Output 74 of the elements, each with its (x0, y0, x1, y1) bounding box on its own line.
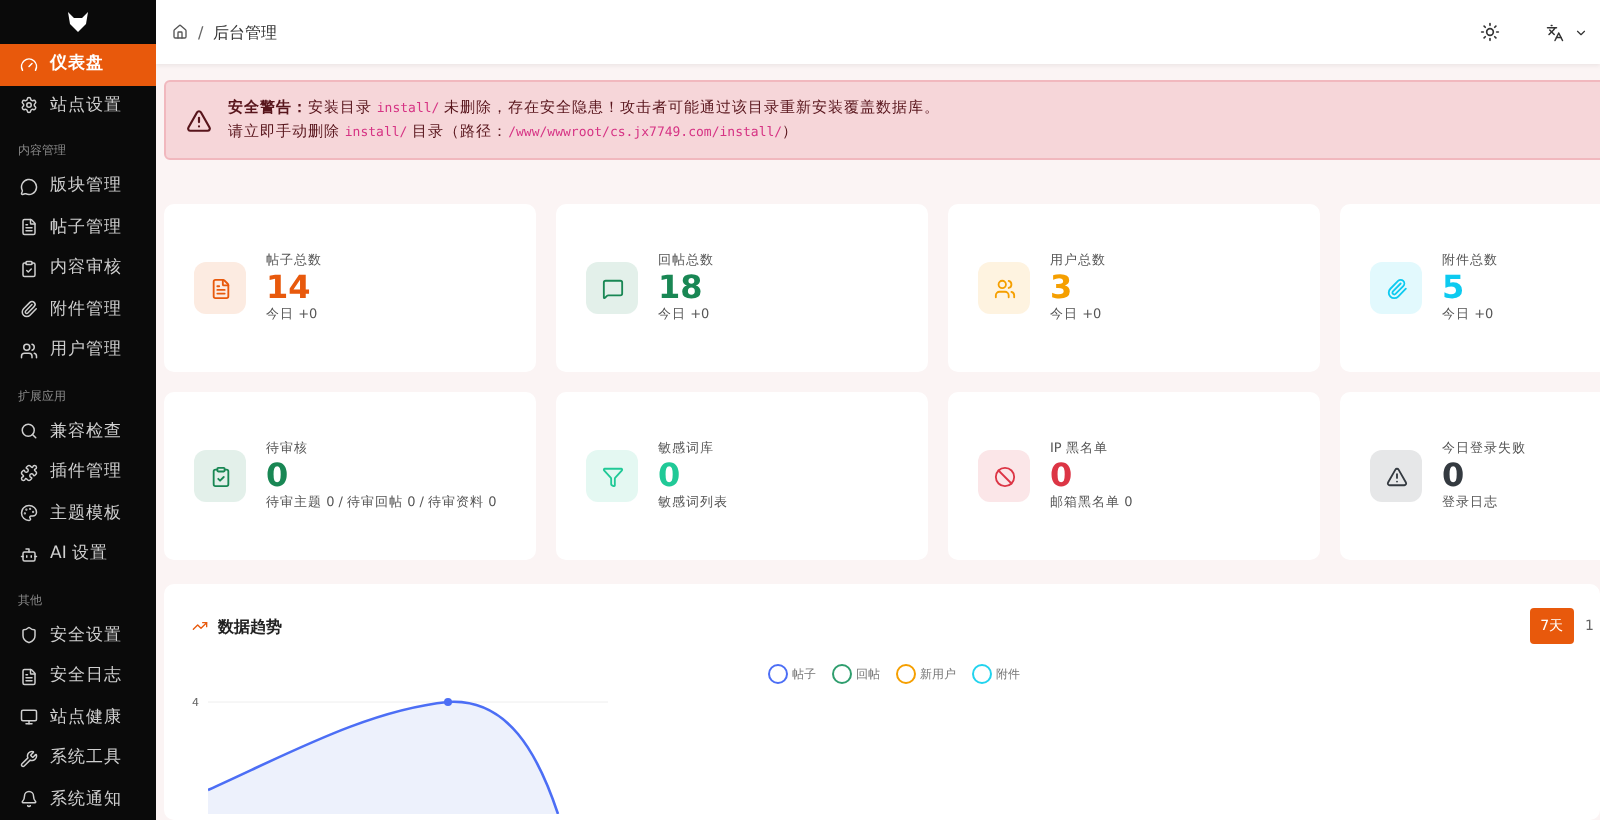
users-icon (20, 341, 38, 360)
sidebar-item[interactable]: 安全设置 (0, 615, 156, 656)
sidebar-item-label: 主题模板 (50, 501, 122, 526)
sidebar-item[interactable]: 站点设置 (0, 85, 156, 126)
sidebar-item-label: 系统工具 (50, 746, 122, 771)
sidebar-item[interactable]: 主题模板 (0, 493, 156, 534)
caret-icon[interactable] (1574, 25, 1588, 39)
clipboard-icon (20, 259, 38, 278)
document-icon (20, 218, 38, 237)
sidebar-item-label: 站点设置 (50, 93, 122, 118)
users-icon (993, 277, 1015, 299)
wrench-icon (20, 749, 38, 768)
breadcrumb-current: 后台管理 (213, 21, 278, 43)
sidebar-item[interactable]: 插件管理 (0, 452, 156, 493)
sidebar-item-label: 附件管理 (50, 297, 122, 322)
puzzle-icon (20, 463, 38, 482)
sun-icon[interactable] (1480, 22, 1500, 42)
sidebar-item-label: 站点健康 (50, 705, 122, 730)
palette-icon (20, 504, 38, 523)
sidebar-item[interactable]: 系统工具 (0, 738, 156, 779)
stat-value: 18 (658, 270, 703, 306)
breadcrumb-separator: / (198, 23, 204, 41)
stat-value: 0 (658, 458, 681, 494)
sidebar-item[interactable]: 内容审核 (0, 248, 156, 289)
trend-icon (192, 618, 208, 634)
sidebar-item-label: AI 设置 (50, 542, 109, 567)
clipboard-icon (209, 465, 231, 487)
sidebar-item-label: 仪表盘 (50, 52, 104, 77)
sidebar-item[interactable]: 帖子管理 (0, 207, 156, 248)
home-icon[interactable] (172, 24, 188, 40)
sidebar-item-label: 系统通知 (50, 787, 122, 812)
logo-icon (66, 10, 90, 34)
sidebar-item-label: 版块管理 (50, 174, 122, 199)
warning-icon (1385, 465, 1407, 487)
shield-icon (20, 626, 38, 645)
sidebar-item-label: 帖子管理 (50, 215, 122, 240)
trend-title: 数据趋势 (218, 615, 282, 637)
document-icon (209, 277, 231, 299)
sidebar-item[interactable]: 用户管理 (0, 330, 156, 371)
settings-icon (20, 96, 38, 115)
sidebar-item-label: 用户管理 (50, 338, 122, 363)
sidebar-item[interactable]: AI 设置 (0, 534, 156, 575)
document-icon (20, 667, 38, 686)
sidebar-item[interactable]: 系统通知 (0, 779, 156, 820)
sidebar-item[interactable]: 版块管理 (0, 166, 156, 207)
sidebar-item-label: 安全日志 (50, 664, 122, 689)
stat-value: 0 (1050, 458, 1073, 494)
paperclip-icon (1385, 277, 1407, 299)
sidebar-item[interactable]: 仪表盘 (0, 44, 156, 85)
paperclip-icon (20, 300, 38, 319)
warning-icon (186, 107, 212, 133)
sidebar-item[interactable]: 兼容检查 (0, 411, 156, 452)
ban-icon (993, 465, 1015, 487)
sidebar-item[interactable]: 站点健康 (0, 697, 156, 738)
stat-value: 5 (1442, 270, 1465, 306)
stat-value: 0 (1442, 458, 1465, 494)
language-icon[interactable] (1546, 23, 1564, 41)
monitor-icon (20, 708, 38, 727)
search-icon (20, 422, 38, 441)
stat-value: 14 (266, 270, 311, 306)
sidebar-item-label: 安全设置 (50, 623, 122, 648)
chat-bubble-icon (601, 277, 623, 299)
sidebar-item[interactable]: 安全日志 (0, 656, 156, 697)
sidebar-item[interactable]: 附件管理 (0, 289, 156, 330)
sidebar-item-label: 插件管理 (50, 460, 122, 485)
chat-bubble-icon (20, 177, 38, 196)
bell-icon (20, 790, 38, 809)
sidebar-item-label: 内容审核 (50, 256, 122, 281)
gauge-icon (20, 55, 38, 74)
sidebar-item-label: 兼容检查 (50, 419, 122, 444)
robot-icon (20, 545, 38, 564)
filter-icon (601, 465, 623, 487)
stat-value: 0 (266, 458, 289, 494)
stat-value: 3 (1050, 270, 1073, 306)
